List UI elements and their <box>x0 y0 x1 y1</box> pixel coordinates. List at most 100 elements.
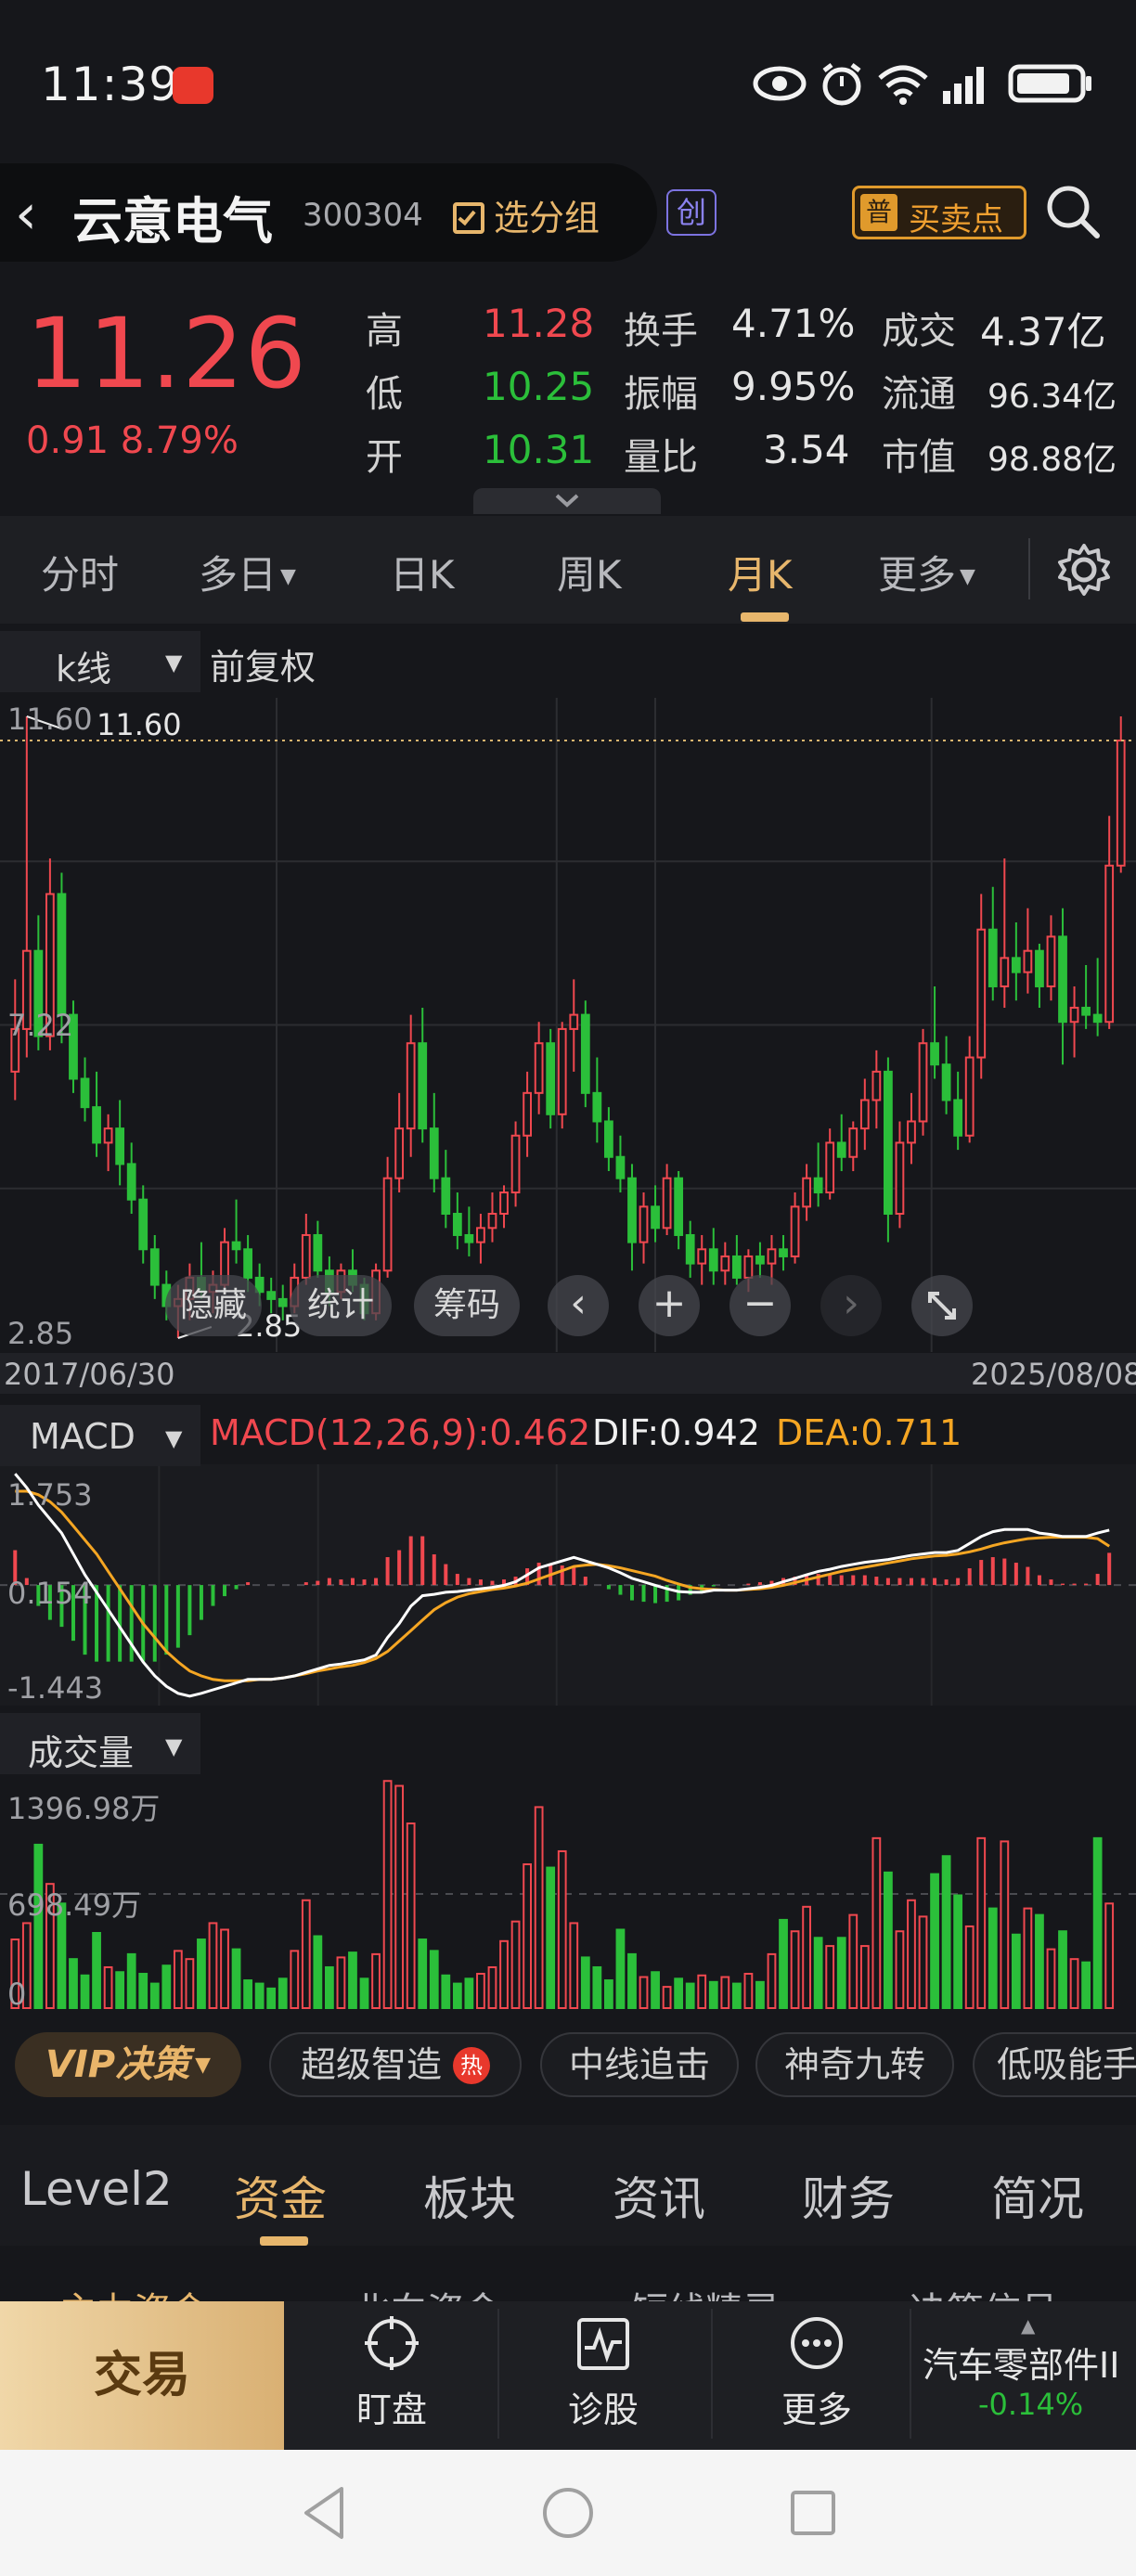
volume-bar <box>138 1973 148 2010</box>
chevron-down-icon <box>555 494 579 508</box>
subtab-short-term[interactable]: 短线精灵 <box>631 2281 780 2301</box>
select-group-button[interactable]: 选分组 <box>453 189 600 240</box>
kline-chart[interactable] <box>0 698 1136 1352</box>
chip-midline[interactable]: 中线追击 <box>540 2032 739 2097</box>
tab-monthly[interactable]: 月K <box>728 544 793 600</box>
tab-weekly[interactable]: 周K <box>557 544 622 600</box>
tab-level2[interactable]: Level2 <box>20 2162 173 2216</box>
volume-bar <box>813 1937 823 2009</box>
tab-more[interactable]: 更多 ▼ <box>878 544 975 600</box>
open-value: 10.31 <box>483 427 595 472</box>
search-icon[interactable] <box>1043 182 1103 241</box>
macd-select[interactable]: MACD ▼ <box>0 1405 200 1466</box>
candle-body <box>103 1127 113 1144</box>
candle-body <box>988 928 998 987</box>
volume-bar <box>149 1982 160 2009</box>
chip-magic-nine[interactable]: 神奇九转 <box>755 2032 954 2097</box>
kline-grid <box>0 698 1136 1352</box>
nav-home-icon[interactable] <box>538 2483 598 2543</box>
volume-bar <box>639 1976 649 2010</box>
sector-ticker-name[interactable]: 汽车零部件II <box>923 2337 1119 2388</box>
dif-value: DIF:0.942 <box>592 1412 760 1453</box>
buysell-points-button[interactable]: 普 买卖点 <box>852 186 1026 239</box>
candle-body <box>825 1141 835 1194</box>
adjust-mode[interactable]: 前复权 <box>210 638 316 689</box>
amount-value: 4.37亿 <box>980 309 1106 354</box>
volume-bar <box>884 1871 893 2009</box>
candle-body <box>534 1042 544 1094</box>
volume-bar <box>510 1920 521 2009</box>
vip-decision-chip[interactable]: VIP决策 ▼ <box>15 2032 241 2097</box>
tab-more-label: 更多 <box>878 552 957 598</box>
watch-button[interactable]: 盯盘 <box>317 2314 466 2435</box>
fullscreen-icon <box>928 1292 956 1320</box>
sector-ticker-change: -0.14% <box>978 2387 1084 2422</box>
nav-back-icon[interactable] <box>299 2483 351 2543</box>
diagnose-button[interactable]: 诊股 <box>529 2314 678 2435</box>
candle-body <box>941 1063 951 1101</box>
more-button[interactable]: 更多 <box>742 2314 891 2435</box>
scroll-left-button[interactable]: ‹ <box>548 1275 609 1336</box>
candle-body <box>930 1042 939 1066</box>
stock-name: 云意电气 <box>72 192 273 251</box>
tab-daily[interactable]: 日K <box>390 544 455 600</box>
volume-bar <box>651 1971 660 2009</box>
candle-body <box>487 1213 497 1230</box>
volume-bar <box>976 1836 987 2009</box>
volume-select-label: 成交量 <box>28 1732 135 1773</box>
candle-body <box>615 1155 626 1179</box>
tab-news[interactable]: 资讯 <box>613 2162 705 2229</box>
start-date: 2017/06/30 <box>4 1357 175 1392</box>
zoom-in-button[interactable]: + <box>639 1275 700 1336</box>
tab-sectors[interactable]: 板块 <box>423 2162 516 2229</box>
gear-icon[interactable] <box>1056 542 1112 598</box>
subtab-main-funds[interactable]: 主力资金 <box>59 2281 208 2301</box>
nav-recents-icon[interactable] <box>785 2485 841 2541</box>
volume-bar <box>1035 1913 1044 2010</box>
macd-axis-bottom: -1.443 <box>7 1670 104 1706</box>
candle-body <box>674 1177 684 1236</box>
tab-multiday[interactable]: 多日 ▼ <box>199 544 296 600</box>
battery-icon <box>1008 64 1091 103</box>
volume-bar <box>1023 1907 1033 2009</box>
candle-body <box>138 1198 148 1251</box>
expand-quote-button[interactable] <box>473 488 661 514</box>
volume-bar <box>953 1894 963 2009</box>
chips-button[interactable]: 筹码 <box>414 1275 520 1336</box>
subtab-northbound[interactable]: 北向资金 <box>353 2281 501 2301</box>
trade-button[interactable]: 交易 <box>0 2301 284 2450</box>
chip-low-buy[interactable]: 低吸能手 <box>973 2032 1136 2097</box>
zoom-out-button[interactable]: − <box>729 1275 791 1336</box>
candle-body <box>115 1127 125 1166</box>
fullscreen-button[interactable] <box>911 1275 973 1336</box>
candle-body <box>80 1077 90 1109</box>
stats-button[interactable]: 统计 <box>290 1275 392 1336</box>
volume-bar <box>92 1931 101 2009</box>
candle-body <box>464 1233 474 1243</box>
tab-intraday[interactable]: 分时 <box>41 544 119 600</box>
kline-type-select[interactable]: k线 ▼ <box>0 631 200 692</box>
tab-finance[interactable]: 财务 <box>802 2162 895 2229</box>
subtab-signals[interactable]: 决策信号 <box>910 2281 1058 2301</box>
open-label: 开 <box>366 436 403 479</box>
volume-select[interactable]: 成交量 ▼ <box>0 1713 200 1774</box>
candle-body <box>510 1134 521 1194</box>
volume-bar <box>418 1938 428 2010</box>
tab-funds[interactable]: 资金 <box>234 2162 327 2229</box>
back-icon[interactable]: ‹ <box>15 182 37 247</box>
mktcap-value: 98.88亿 <box>988 441 1117 479</box>
tab-profile[interactable]: 简况 <box>991 2162 1084 2229</box>
crosshair-icon <box>365 2316 419 2370</box>
volume-bar <box>464 1977 474 2009</box>
candle-body <box>126 1163 136 1201</box>
volume-bar <box>523 1863 532 2009</box>
chip-super-smart[interactable]: 超级智造 热 <box>269 2032 522 2097</box>
volume-bar <box>1092 1836 1103 2009</box>
buysell-label: 买卖点 <box>909 201 1003 238</box>
volume-bar <box>871 1836 882 2009</box>
volume-bar <box>220 1928 229 2009</box>
high-value: 11.28 <box>483 301 595 346</box>
scroll-right-button[interactable]: › <box>820 1275 882 1336</box>
volume-bar <box>336 1956 346 2010</box>
hide-button[interactable]: 隐藏 <box>165 1275 262 1336</box>
